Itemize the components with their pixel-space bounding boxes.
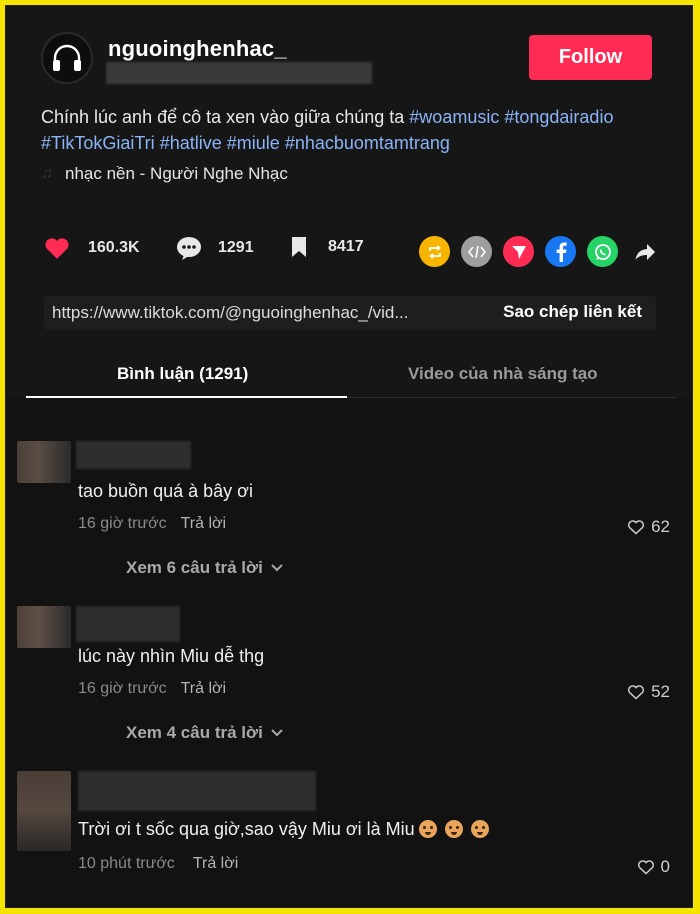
view-replies-label: Xem 4 câu trả lời <box>126 723 263 742</box>
embed-button[interactable] <box>461 236 492 267</box>
comment-meta: 10 phút trước Trả lời <box>78 855 238 873</box>
whatsapp-icon <box>594 243 611 260</box>
music-title: nhạc nền - Người Nghe Nhạc <box>65 164 288 183</box>
more-share-button[interactable] <box>629 236 660 267</box>
bookmark-icon <box>292 237 306 257</box>
follow-button[interactable]: Follow <box>529 35 652 80</box>
heart-outline-icon <box>637 860 654 875</box>
comment-meta: 16 giờ trước Trả lời <box>78 515 226 533</box>
blurred-commenter-name <box>78 771 316 811</box>
blurred-commenter-name <box>76 606 180 642</box>
copy-link-button[interactable]: Sao chép liên kết <box>503 302 642 322</box>
view-replies-button[interactable]: Xem 4 câu trả lời <box>126 723 283 743</box>
heart-icon <box>45 238 69 259</box>
headphones-icon <box>53 44 81 71</box>
hashtag-link[interactable]: #miule <box>227 133 280 153</box>
send-icon <box>511 245 526 259</box>
chevron-down-icon <box>271 564 283 572</box>
embed-code-icon <box>467 245 486 258</box>
comment-time: 10 phút trước <box>78 855 175 872</box>
pleading-face-emoji <box>418 820 437 838</box>
hashtag-link[interactable]: #woamusic <box>409 107 499 127</box>
share-arrow-icon <box>635 243 655 260</box>
commenter-avatar[interactable] <box>17 606 71 648</box>
tiktok-post-panel: nguoinghenhac_ Follow Chính lúc anh để c… <box>5 5 693 908</box>
save-action[interactable]: 8417 <box>290 236 364 258</box>
post-header-section: nguoinghenhac_ Follow Chính lúc anh để c… <box>6 6 692 398</box>
repost-icon <box>428 244 441 259</box>
comment-text: tao buồn quá à bây ơi <box>78 481 253 501</box>
comment-text: lúc này nhìn Miu dễ thg <box>78 646 265 666</box>
save-count: 8417 <box>328 238 364 255</box>
copy-link-row: https://www.tiktok.com/@nguoinghenhac_/v… <box>44 296 656 330</box>
like-count: 160.3K <box>88 239 140 256</box>
blurred-commenter-name <box>76 441 191 469</box>
view-replies-button[interactable]: Xem 6 câu trả lời <box>126 558 283 578</box>
comment-like-count: 62 <box>651 517 670 536</box>
hashtag-link[interactable]: #nhacbuomtamtrang <box>285 133 450 153</box>
comment-text-content: Trời ơi t sốc qua giờ,sao vậy Miu ơi là … <box>78 819 415 839</box>
comment-like-count: 52 <box>651 682 670 701</box>
pleading-face-emoji <box>470 820 489 838</box>
active-tab-indicator <box>26 396 347 398</box>
comment-meta: 16 giờ trước Trả lời <box>78 680 226 698</box>
repost-button[interactable] <box>419 236 450 267</box>
reply-button[interactable]: Trả lời <box>181 515 226 532</box>
pleading-face-emoji <box>444 820 463 838</box>
reply-button[interactable]: Trả lời <box>181 680 226 697</box>
comment-bubble-icon <box>177 237 201 260</box>
comment-like-button[interactable]: 0 <box>637 857 670 877</box>
blurred-display-name <box>106 62 372 84</box>
tab-bar: Bình luận (1291) Video của nhà sáng tạo <box>26 356 676 398</box>
tab-comments[interactable]: Bình luận (1291) <box>117 364 248 384</box>
music-link[interactable]: ♫ nhạc nền - Người Nghe Nhạc <box>41 164 288 184</box>
comment-count: 1291 <box>218 239 254 256</box>
hashtag-link[interactable]: #tongdairadio <box>504 107 613 127</box>
facebook-icon <box>556 242 567 262</box>
comment-like-button[interactable]: 52 <box>627 682 670 702</box>
comment-action[interactable]: 1291 <box>176 236 254 260</box>
comment-like-count: 0 <box>660 857 670 876</box>
hashtag-link[interactable]: #TikTokGiaiTri <box>41 133 155 153</box>
creator-avatar[interactable] <box>41 32 93 84</box>
comment-text: Trời ơi t sốc qua giờ,sao vậy Miu ơi là … <box>78 819 489 840</box>
facebook-share-button[interactable] <box>545 236 576 267</box>
comment-like-button[interactable]: 62 <box>627 517 670 537</box>
commenter-avatar[interactable] <box>17 771 71 851</box>
creator-username[interactable]: nguoinghenhac_ <box>108 36 287 62</box>
tab-creator-videos[interactable]: Video của nhà sáng tạo <box>408 364 598 384</box>
chevron-down-icon <box>271 729 283 737</box>
comment-time: 16 giờ trước <box>78 515 167 532</box>
view-replies-label: Xem 6 câu trả lời <box>126 558 263 577</box>
caption-text: Chính lúc anh để cô ta xen vào giữa chún… <box>41 107 410 127</box>
reply-button[interactable]: Trả lời <box>193 855 238 872</box>
video-url: https://www.tiktok.com/@nguoinghenhac_/v… <box>52 303 409 322</box>
action-bar: 160.3K 1291 8417 <box>44 236 664 267</box>
hashtag-link[interactable]: #hatlive <box>160 133 222 153</box>
like-action[interactable]: 160.3K <box>44 236 140 260</box>
commenter-avatar[interactable] <box>17 441 71 483</box>
heart-outline-icon <box>628 685 645 700</box>
heart-outline-icon <box>628 520 645 535</box>
comment-time: 16 giờ trước <box>78 680 167 697</box>
send-to-friends-button[interactable] <box>503 236 534 267</box>
whatsapp-share-button[interactable] <box>587 236 618 267</box>
post-caption: Chính lúc anh để cô ta xen vào giữa chún… <box>41 104 661 156</box>
music-note-icon: ♫ <box>41 165 53 182</box>
